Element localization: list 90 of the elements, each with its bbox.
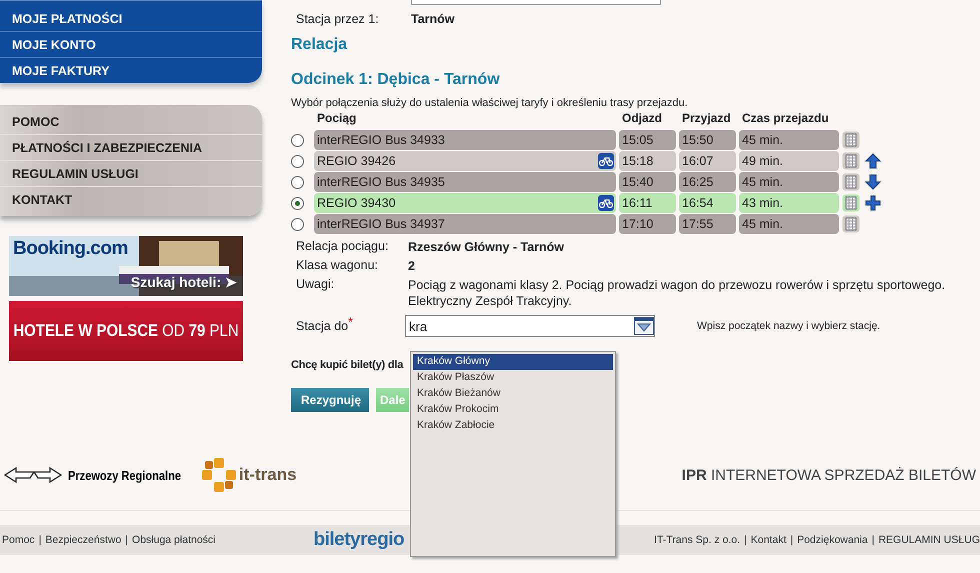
duration-cell: 45 min. bbox=[739, 214, 839, 234]
field-value: Tarnów bbox=[411, 12, 455, 26]
menu-item[interactable]: MOJE PŁATNOŚCI bbox=[0, 6, 262, 32]
time-cell: 16:07 bbox=[679, 151, 736, 171]
time-cell: 15:40 bbox=[619, 172, 676, 192]
suggestion-item[interactable]: Kraków Zabłocie bbox=[413, 418, 613, 434]
field-label: Stacja przez 1: bbox=[296, 12, 380, 26]
link-separator: | bbox=[125, 534, 128, 546]
train-cell: REGIO 39426 bbox=[314, 151, 616, 171]
booking-banner[interactable]: Booking.com Szukaj hoteli: ➤ bbox=[9, 236, 243, 296]
footer-link[interactable]: Bezpieczeństwo bbox=[45, 534, 122, 546]
link-separator: | bbox=[872, 534, 874, 546]
menu-item[interactable]: MOJE KONTO bbox=[0, 32, 262, 58]
duration-cell: 45 min. bbox=[739, 172, 839, 192]
banner-text: HOTELE W POLSCE OD 79 PLN bbox=[13, 321, 239, 341]
section-title: Relacja bbox=[291, 36, 348, 54]
footer-link[interactable]: Pomoc bbox=[2, 534, 35, 546]
menu-item[interactable]: POMOC bbox=[0, 109, 262, 135]
calendar-icon[interactable] bbox=[842, 215, 860, 233]
menu-item[interactable]: PŁATNOŚCI I ZABEZPIECZENIA bbox=[0, 135, 262, 161]
time-cell: 15:50 bbox=[679, 130, 736, 150]
time-cell: 16:54 bbox=[679, 193, 736, 213]
menu-item[interactable]: KONTAKT bbox=[0, 187, 262, 212]
radio-button[interactable] bbox=[291, 218, 304, 230]
time-cell: 17:10 bbox=[619, 214, 676, 234]
partner-logo-text: it-trans bbox=[238, 465, 297, 485]
station-combobox[interactable]: kra bbox=[405, 315, 655, 337]
radio-button[interactable] bbox=[291, 154, 304, 168]
brand-text: Booking.com bbox=[13, 238, 128, 260]
cta-text: Szukaj hoteli: ➤ bbox=[130, 274, 237, 290]
detail-value: Rzeszów Główny - Tarnów bbox=[408, 239, 566, 255]
column-header: Pociąg bbox=[316, 111, 358, 127]
footer-link[interactable]: Obsługa płatności bbox=[132, 534, 216, 546]
radio-button[interactable] bbox=[291, 134, 304, 146]
train-cell: interREGIO Bus 34933 bbox=[314, 130, 616, 150]
column-header: Czas przejazdu bbox=[741, 111, 830, 127]
arrow-up-icon[interactable] bbox=[865, 153, 881, 169]
time-cell: 15:18 bbox=[619, 151, 676, 171]
required-mark: * bbox=[348, 315, 353, 329]
calendar-icon[interactable] bbox=[842, 173, 860, 191]
detail-label: Relacja pociągu: bbox=[296, 239, 390, 255]
suggestion-item[interactable]: Kraków Bieżanów bbox=[413, 386, 613, 402]
radio-button[interactable] bbox=[291, 196, 304, 210]
link-separator: | bbox=[38, 534, 42, 546]
time-cell: 16:11 bbox=[619, 193, 676, 213]
arrows-logo-icon bbox=[4, 465, 62, 485]
link-separator: | bbox=[744, 534, 747, 546]
time-cell: 15:05 bbox=[619, 130, 676, 150]
footer-link[interactable]: IT-Trans Sp. z o.o. bbox=[654, 534, 740, 546]
time-cell: 17:55 bbox=[679, 214, 736, 234]
footer-link[interactable]: Podziękowania bbox=[797, 534, 868, 546]
star-logo-icon bbox=[200, 457, 237, 493]
link-separator: | bbox=[790, 534, 794, 546]
hotel-banner[interactable]: HOTELE W POLSCE OD 79 PLN bbox=[9, 301, 243, 361]
footer-link[interactable]: Kontakt bbox=[750, 534, 786, 546]
tagline: IPR INTERNETOWA SPRZEDAŻ BILETÓW bbox=[682, 466, 976, 484]
suggestion-item[interactable]: Kraków Płaszów bbox=[413, 370, 613, 386]
train-cell: REGIO 39430 bbox=[314, 193, 616, 213]
segment-title: Odcinek 1: Dębica - Tarnów bbox=[291, 71, 501, 89]
carrier-logo-text: Przewozy Regionalne bbox=[68, 468, 181, 482]
calendar-icon[interactable] bbox=[842, 194, 860, 212]
menu-item[interactable]: MOJE FAKTURY bbox=[0, 58, 262, 83]
train-cell: interREGIO Bus 34935 bbox=[314, 172, 616, 192]
note-text: Wybór połączenia służy do ustalenia właściwej taryfy i określeniu trasy przejazdu. bbox=[291, 97, 689, 109]
duration-cell: 43 min. bbox=[739, 193, 839, 213]
duration-cell: 45 min. bbox=[739, 130, 839, 150]
suggestion-item[interactable]: Kraków Prokocim bbox=[413, 402, 613, 418]
site-logo-text: biletyregio bbox=[314, 529, 404, 551]
column-header: Odjazd bbox=[621, 111, 664, 127]
detail-label: Klasa wagonu: bbox=[296, 258, 380, 274]
duration-cell: 49 min. bbox=[739, 151, 839, 171]
detail-value: Pociąg z wagonami klasy 2. Pociąg prowadzi wagon do przewozu rowerów i sprzętu sportowego. Elektryczny Zespół Trakcyjny. bbox=[408, 277, 946, 309]
suggestion-item[interactable]: Kraków Główny bbox=[413, 354, 613, 370]
calendar-icon[interactable] bbox=[842, 152, 860, 170]
train-cell: interREGIO Bus 34937 bbox=[314, 214, 616, 234]
radio-button[interactable] bbox=[291, 176, 304, 188]
hint-text: Wpisz początek nazwy i wybierz stację. bbox=[697, 320, 880, 332]
time-cell: 16:25 bbox=[679, 172, 736, 192]
detail-value: 2 bbox=[408, 258, 416, 274]
field-label: Stacja do bbox=[296, 319, 348, 333]
footer-link[interactable]: REGULAMIN USŁUG bbox=[878, 534, 980, 546]
menu-item[interactable]: REGULAMIN USŁUGI bbox=[0, 161, 262, 187]
detail-label: Uwagi: bbox=[296, 277, 336, 293]
column-header: Przyjazd bbox=[681, 111, 732, 127]
select-field[interactable] bbox=[411, 0, 661, 5]
cancel-button[interactable]: Rezygnuję bbox=[291, 388, 369, 412]
arrow-down-icon[interactable] bbox=[865, 174, 881, 190]
plus-icon[interactable] bbox=[865, 195, 881, 211]
ticket-label: Chcę kupić bilet(y) dla bbox=[291, 359, 404, 371]
calendar-icon[interactable] bbox=[842, 131, 860, 149]
